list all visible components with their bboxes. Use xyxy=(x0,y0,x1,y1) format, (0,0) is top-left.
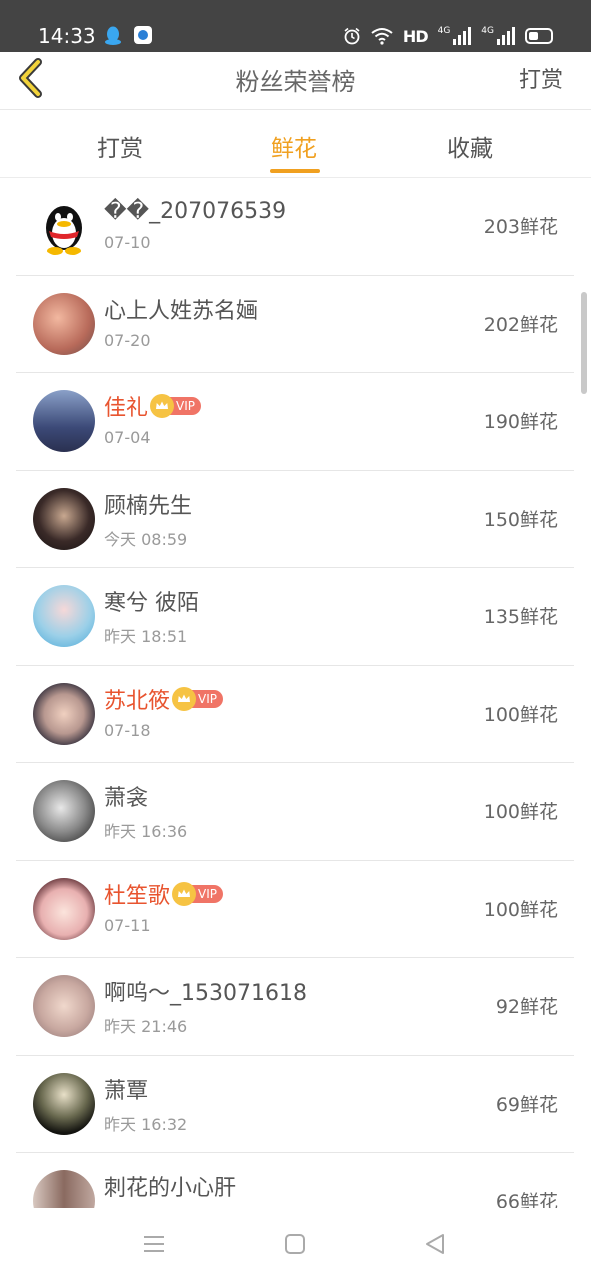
avatar xyxy=(33,585,95,647)
system-navigation-bar xyxy=(0,1208,591,1280)
fan-name: 苏北筱 xyxy=(104,688,171,714)
qq-icon xyxy=(105,26,121,45)
tab-indicator xyxy=(270,169,320,173)
app-icon xyxy=(134,26,152,44)
list-item[interactable]: 啊呜～_153071618 昨天 21:46 92鲜花 xyxy=(16,958,574,1056)
flower-count: 92鲜花 xyxy=(495,996,558,1018)
avatar xyxy=(33,292,95,355)
fan-name: 刺花的小心肝 xyxy=(104,1176,237,1201)
fan-date: 07-18 xyxy=(104,720,151,740)
flower-count: 203鲜花 xyxy=(483,216,558,238)
fan-date: 昨天 16:36 xyxy=(104,822,188,841)
crown-icon xyxy=(172,881,197,906)
avatar xyxy=(33,390,95,452)
fan-date: 今天 08:59 xyxy=(104,529,188,549)
list-item[interactable]: 佳礼 VIP 07-04 190鲜花 xyxy=(16,373,574,471)
avatar xyxy=(33,780,95,842)
flower-count: 100鲜花 xyxy=(483,703,558,726)
list-item[interactable]: 刺花的小心肝 66鲜花 xyxy=(16,1153,574,1208)
list-item[interactable]: 萧衾 昨天 16:36 100鲜花 xyxy=(16,763,574,861)
network-type-label: 4G xyxy=(437,26,451,36)
signal-icon: 4G xyxy=(438,27,472,45)
tab-favorites[interactable]: 收藏 xyxy=(447,129,493,163)
avatar xyxy=(33,195,95,257)
fan-date: 07-04 xyxy=(104,428,151,447)
status-bar: 14:33 HD 4G 4G xyxy=(0,0,591,52)
fan-name: 杜笙歌 xyxy=(104,883,171,909)
avatar xyxy=(33,1170,95,1208)
flower-count: 190鲜花 xyxy=(483,411,558,433)
fan-date: 昨天 21:46 xyxy=(104,1017,188,1036)
list-item[interactable]: 杜笙歌 VIP 07-11 100鲜花 xyxy=(16,861,574,958)
avatar xyxy=(33,975,95,1037)
fan-name: ��_207076539 xyxy=(104,198,287,224)
fan-date: 07-20 xyxy=(104,330,151,350)
fan-name: 萧覃 xyxy=(104,1078,149,1104)
fan-ranking-list: ��_207076539 07-10 203鲜花 心上人姓苏名婳 07-20 2… xyxy=(16,178,574,1208)
hd-icon: HD xyxy=(402,26,429,46)
scrollbar[interactable] xyxy=(581,292,587,394)
flower-count: 135鲜花 xyxy=(483,606,558,628)
alarm-icon xyxy=(344,27,360,45)
list-item[interactable]: ��_207076539 07-10 203鲜花 xyxy=(16,178,574,276)
wifi-icon xyxy=(371,28,393,45)
flower-count: 69鲜花 xyxy=(495,1093,558,1116)
page-title: 粉丝荣誉榜 xyxy=(235,68,356,96)
vip-badge: VIP xyxy=(172,881,223,906)
fan-name: 啊呜～_153071618 xyxy=(104,981,307,1006)
network-type-label: 4G xyxy=(481,26,494,36)
fan-name: 心上人姓苏名婳 xyxy=(104,298,259,324)
list-item[interactable]: 寒兮 彼陌 昨天 18:51 135鲜花 xyxy=(16,568,574,666)
fan-date: 昨天 18:51 xyxy=(104,627,188,646)
nav-bar: 粉丝荣誉榜 打赏 xyxy=(0,52,591,110)
vip-badge: VIP xyxy=(150,394,201,418)
status-time: 14:33 xyxy=(38,24,96,48)
list-item[interactable]: 苏北筱 VIP 07-18 100鲜花 xyxy=(16,666,574,763)
fan-date: 昨天 16:32 xyxy=(104,1114,188,1134)
avatar xyxy=(33,1072,95,1135)
fan-name: 萧衾 xyxy=(104,786,149,811)
fan-name: 顾楠先生 xyxy=(104,493,193,519)
avatar xyxy=(33,682,95,745)
tab-bar: 打赏 鲜花 收藏 xyxy=(0,111,591,178)
list-item[interactable]: 心上人姓苏名婳 07-20 202鲜花 xyxy=(16,276,574,373)
vip-badge: VIP xyxy=(172,686,223,711)
list-item[interactable]: 萧覃 昨天 16:32 69鲜花 xyxy=(16,1056,574,1153)
fan-date: 07-10 xyxy=(104,233,151,252)
reward-button[interactable]: 打赏 xyxy=(519,62,563,94)
list-item[interactable]: 顾楠先生 今天 08:59 150鲜花 xyxy=(16,471,574,568)
signal-icon: 4G xyxy=(481,27,515,45)
menu-icon[interactable] xyxy=(142,1232,166,1256)
avatar xyxy=(33,877,95,940)
fan-name: 佳礼 xyxy=(104,396,149,421)
fan-name: 寒兮 彼陌 xyxy=(104,591,199,616)
crown-icon xyxy=(150,394,175,418)
flower-count: 66鲜花 xyxy=(495,1191,558,1208)
flower-count: 100鲜花 xyxy=(483,801,558,823)
tab-reward[interactable]: 打赏 xyxy=(97,129,143,163)
home-icon[interactable] xyxy=(283,1232,307,1256)
back-triangle-icon[interactable] xyxy=(423,1232,447,1256)
tab-flowers[interactable]: 鲜花 xyxy=(271,129,317,163)
avatar xyxy=(33,487,95,550)
fan-date: 07-11 xyxy=(104,915,151,935)
flower-count: 100鲜花 xyxy=(483,898,558,921)
flower-count: 150鲜花 xyxy=(483,508,558,531)
battery-icon xyxy=(525,28,553,44)
flower-count: 202鲜花 xyxy=(483,313,558,336)
crown-icon xyxy=(172,686,197,711)
